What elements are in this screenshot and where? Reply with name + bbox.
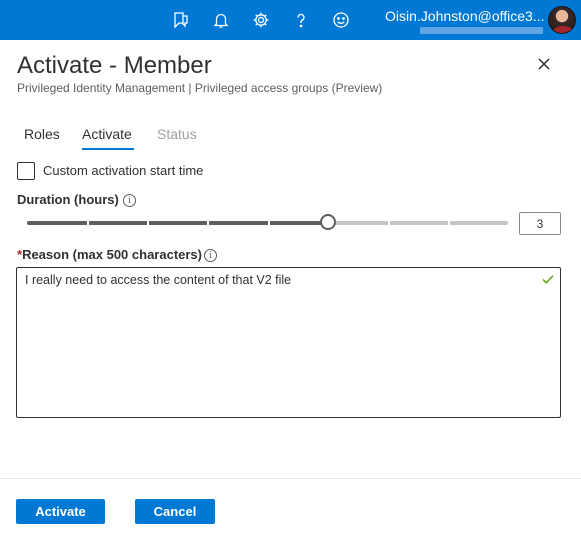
feedback-icon[interactable] — [169, 8, 193, 32]
reason-label-text: Reason (max 500 characters) — [22, 247, 202, 262]
checkmark-icon — [541, 272, 555, 286]
reason-textarea[interactable]: I really need to access the content of t… — [16, 267, 561, 418]
selected-tab-indicator — [82, 148, 134, 150]
duration-slider[interactable] — [27, 214, 508, 232]
cancel-button[interactable]: Cancel — [135, 499, 215, 524]
custom-start-label[interactable]: Custom activation start time — [43, 163, 203, 178]
reason-text: I really need to access the content of t… — [25, 273, 292, 287]
help-icon[interactable] — [289, 8, 313, 32]
slider-tick — [147, 221, 149, 225]
custom-start-checkbox[interactable] — [17, 162, 35, 180]
avatar[interactable] — [548, 6, 576, 34]
slider-thumb[interactable] — [320, 214, 336, 230]
smiley-icon[interactable] — [329, 8, 353, 32]
account-name[interactable]: Oisin.Johnston@office3... — [385, 8, 544, 24]
duration-label: Duration (hours) — [17, 192, 119, 207]
tab-roles[interactable]: Roles — [24, 126, 60, 142]
tab-status: Status — [157, 126, 197, 142]
page-subtitle: Privileged Identity Management | Privile… — [17, 81, 383, 95]
activate-button[interactable]: Activate — [16, 499, 105, 524]
slider-tick — [207, 221, 209, 225]
duration-hours-input[interactable]: 3 — [519, 212, 561, 235]
top-bar: Oisin.Johnston@office3... — [0, 0, 581, 40]
close-icon[interactable] — [532, 52, 556, 76]
slider-fill — [27, 221, 328, 225]
reason-label: *Reason (max 500 characters) — [17, 247, 202, 262]
info-icon[interactable]: i — [123, 194, 136, 207]
slider-tick — [87, 221, 89, 225]
bell-icon[interactable] — [209, 8, 233, 32]
footer-divider — [0, 478, 581, 479]
gear-icon[interactable] — [249, 8, 273, 32]
slider-tick — [388, 221, 390, 225]
account-directory-redacted — [420, 27, 543, 34]
page-title: Activate - Member — [17, 52, 212, 79]
info-icon[interactable]: i — [204, 249, 217, 262]
slider-tick — [268, 221, 270, 225]
tab-activate[interactable]: Activate — [82, 126, 132, 142]
slider-tick — [448, 221, 450, 225]
